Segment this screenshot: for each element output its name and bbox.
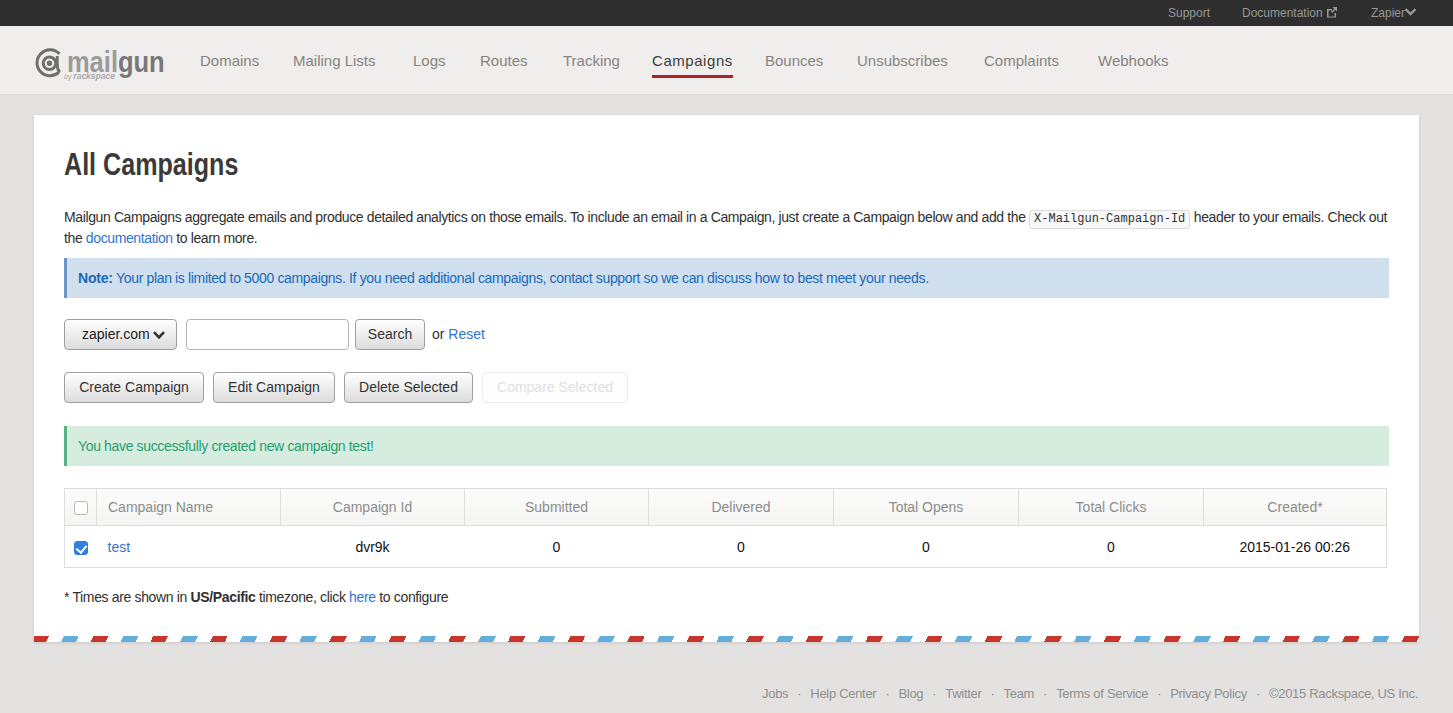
svg-text:by rackspace: by rackspace: [64, 71, 115, 81]
